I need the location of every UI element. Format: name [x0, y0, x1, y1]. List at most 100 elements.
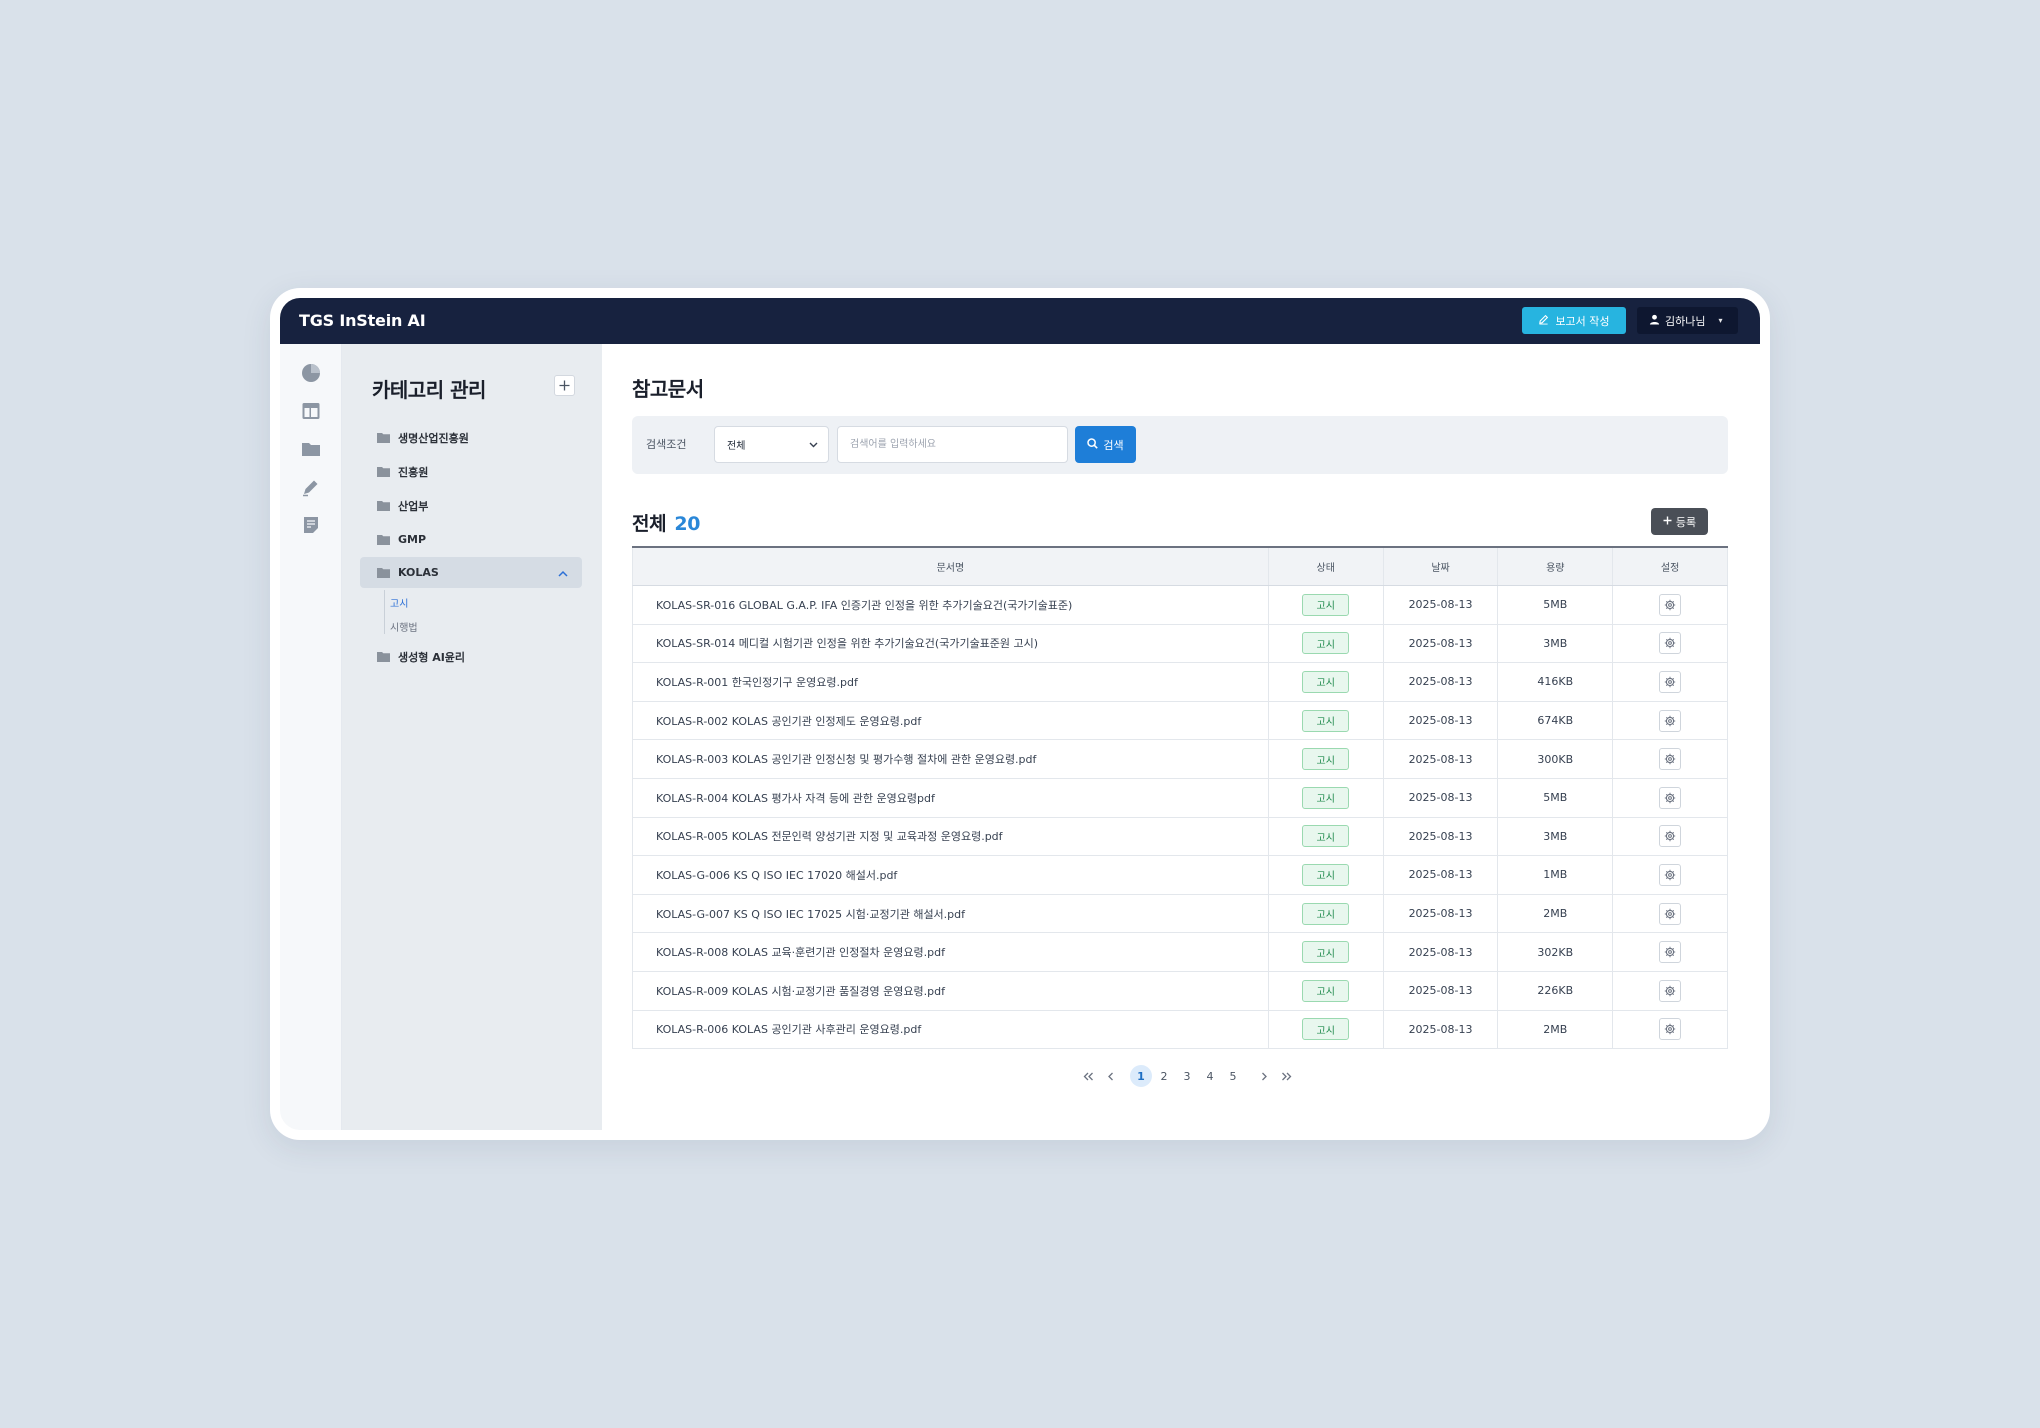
settings-button[interactable]	[1659, 632, 1682, 655]
settings-button[interactable]	[1659, 941, 1682, 964]
table-header: 문서명 상태 날짜 용량 설정	[632, 548, 1728, 586]
settings-button[interactable]	[1659, 979, 1682, 1002]
document-name[interactable]: KOLAS-R-009 KOLAS 시험·교정기관 품질경영 운영요령.pdf	[633, 971, 1269, 1010]
column-header-date[interactable]: 날짜	[1384, 548, 1499, 585]
plus-icon	[1663, 515, 1672, 528]
table-row[interactable]: KOLAS-R-004 KOLAS 평가사 자격 등에 관한 운영요령pdf 고시…	[632, 778, 1728, 818]
category-item[interactable]: 생명산업진흥원	[360, 422, 582, 453]
page-1[interactable]: 1	[1130, 1065, 1152, 1087]
category-item[interactable]: GMP	[360, 524, 582, 555]
category-item[interactable]: 생성형 AI윤리	[360, 641, 582, 672]
document-name[interactable]: KOLAS-R-004 KOLAS 평가사 자격 등에 관한 운영요령pdf	[633, 778, 1269, 817]
table-body: KOLAS-SR-016 GLOBAL G.A.P. IFA 인증기관 인정을 …	[632, 586, 1728, 1050]
search-condition-select[interactable]: 전체	[714, 426, 829, 463]
gear-icon	[1664, 715, 1676, 727]
subtree-line	[384, 590, 385, 634]
document-name[interactable]: KOLAS-SR-016 GLOBAL G.A.P. IFA 인증기관 인정을 …	[633, 586, 1269, 624]
category-item-kolas[interactable]: KOLAS	[360, 557, 582, 588]
table-row[interactable]: KOLAS-G-006 KS Q ISO IEC 17020 해설서.pdf 고시…	[632, 856, 1728, 895]
table-row[interactable]: KOLAS-SR-014 메디컬 시험기관 인정을 위한 추가기술요건(국가기술…	[632, 624, 1728, 664]
settings-button[interactable]	[1659, 709, 1682, 732]
settings-button[interactable]	[1659, 670, 1682, 693]
document-name[interactable]: KOLAS-R-008 KOLAS 교육·훈련기관 인정절차 운영요령.pdf	[633, 933, 1269, 971]
table-row[interactable]: KOLAS-R-003 KOLAS 공인기관 인정신청 및 평가수행 절차에 관…	[632, 740, 1728, 779]
search-input[interactable]	[837, 426, 1068, 463]
gear-icon	[1664, 985, 1676, 997]
column-header-size[interactable]: 용량	[1498, 548, 1614, 585]
date-cell: 2025-08-13	[1384, 856, 1499, 894]
size-cell: 2MB	[1498, 1010, 1614, 1049]
table-row[interactable]: KOLAS-G-007 KS Q ISO IEC 17025 시험·교정기관 해…	[632, 894, 1728, 934]
settings-button[interactable]	[1659, 1018, 1682, 1041]
status-badge: 고시	[1302, 1018, 1350, 1041]
document-name[interactable]: KOLAS-R-005 KOLAS 전문인력 양성기관 지정 및 교육과정 운영…	[633, 817, 1269, 856]
search-button[interactable]: 검색	[1075, 426, 1136, 463]
table-row[interactable]: KOLAS-R-002 KOLAS 공인기관 인정제도 운영요령.pdf 고시 20…	[632, 701, 1728, 741]
page-5[interactable]: 5	[1222, 1065, 1244, 1087]
prev-page-icon[interactable]	[1099, 1065, 1121, 1087]
column-header-settings: 설정	[1660, 563, 1680, 574]
pie-chart-icon[interactable]	[300, 362, 322, 384]
status-badge: 고시	[1302, 748, 1350, 771]
settings-button[interactable]	[1659, 825, 1682, 848]
status-cell: 고시	[1269, 933, 1384, 971]
next-page-icon[interactable]	[1253, 1065, 1275, 1087]
document-name[interactable]: KOLAS-G-007 KS Q ISO IEC 17025 시험·교정기관 해…	[633, 894, 1269, 933]
last-page-icon[interactable]	[1275, 1065, 1297, 1087]
date-cell: 2025-08-13	[1384, 894, 1499, 933]
settings-button[interactable]	[1659, 748, 1682, 771]
table-row[interactable]: KOLAS-R-009 KOLAS 시험·교정기관 품질경영 운영요령.pdf 고…	[632, 971, 1728, 1011]
table-row[interactable]: KOLAS-SR-016 GLOBAL G.A.P. IFA 인증기관 인정을 …	[632, 586, 1728, 625]
document-name[interactable]: KOLAS-R-002 KOLAS 공인기관 인정제도 운영요령.pdf	[633, 701, 1269, 740]
document-name[interactable]: KOLAS-R-001 한국인정기구 운영요령.pdf	[633, 663, 1269, 701]
table-row[interactable]: KOLAS-R-006 KOLAS 공인기관 사후관리 운영요령.pdf 고시 20…	[632, 1010, 1728, 1050]
page-4[interactable]: 4	[1199, 1065, 1221, 1087]
status-cell: 고시	[1269, 701, 1384, 740]
user-name: 김하나님	[1665, 314, 1706, 328]
document-icon[interactable]	[300, 514, 322, 536]
table-row[interactable]: KOLAS-R-001 한국인정기구 운영요령.pdf 고시 2025-08-13 4…	[632, 663, 1728, 702]
gear-icon	[1664, 1023, 1676, 1035]
subcategory-item[interactable]: 고시	[390, 595, 408, 610]
document-name[interactable]: KOLAS-R-003 KOLAS 공인기관 인정신청 및 평가수행 절차에 관…	[633, 740, 1269, 778]
category-item[interactable]: 산업부	[360, 490, 582, 521]
write-report-button[interactable]: 보고서 작성	[1522, 307, 1626, 334]
gear-icon	[1664, 753, 1676, 765]
category-label: GMP	[398, 533, 427, 546]
settings-button[interactable]	[1659, 902, 1682, 925]
page-2[interactable]: 2	[1153, 1065, 1175, 1087]
gear-icon	[1664, 869, 1676, 881]
table-row[interactable]: KOLAS-R-008 KOLAS 교육·훈련기관 인정절차 운영요령.pdf 고…	[632, 933, 1728, 972]
user-menu-button[interactable]: 김하나님 ▾	[1637, 307, 1738, 334]
folder-icon[interactable]	[300, 438, 322, 460]
document-name[interactable]: KOLAS-SR-014 메디컬 시험기관 인정을 위한 추가기술요건(국가기술…	[633, 624, 1269, 663]
size-cell: 3MB	[1498, 624, 1614, 663]
layout-icon[interactable]	[300, 400, 322, 422]
document-name[interactable]: KOLAS-G-006 KS Q ISO IEC 17020 해설서.pdf	[633, 856, 1269, 894]
chevron-up-icon[interactable]	[558, 567, 568, 580]
settings-button[interactable]	[1659, 786, 1682, 809]
subcategory-item[interactable]: 시행법	[390, 619, 418, 634]
date-cell: 2025-08-13	[1384, 701, 1499, 740]
settings-button[interactable]	[1659, 593, 1682, 616]
status-badge: 고시	[1302, 670, 1350, 693]
settings-cell	[1613, 818, 1727, 856]
write-report-label: 보고서 작성	[1555, 314, 1610, 328]
folder-icon	[377, 466, 390, 477]
document-name[interactable]: KOLAS-R-006 KOLAS 공인기관 사후관리 운영요령.pdf	[633, 1010, 1269, 1049]
folder-icon	[377, 651, 390, 662]
table-row[interactable]: KOLAS-R-005 KOLAS 전문인력 양성기관 지정 및 교육과정 운영…	[632, 817, 1728, 857]
gear-icon	[1664, 599, 1676, 611]
app-screen: TGS InStein AI 보고서 작성 김하나님 ▾ 카테고리 관리 생명산…	[280, 298, 1760, 1130]
column-header-status[interactable]: 상태	[1269, 548, 1384, 585]
register-button[interactable]: 등록	[1651, 508, 1708, 535]
column-header-name[interactable]: 문서명	[633, 548, 1269, 585]
settings-button[interactable]	[1659, 863, 1682, 886]
status-cell: 고시	[1269, 894, 1384, 933]
pen-icon[interactable]	[300, 476, 322, 498]
category-item[interactable]: 진흥원	[360, 456, 582, 487]
first-page-icon[interactable]	[1077, 1065, 1099, 1087]
page-3[interactable]: 3	[1176, 1065, 1198, 1087]
add-category-button[interactable]	[554, 375, 575, 396]
gear-icon	[1664, 908, 1676, 920]
